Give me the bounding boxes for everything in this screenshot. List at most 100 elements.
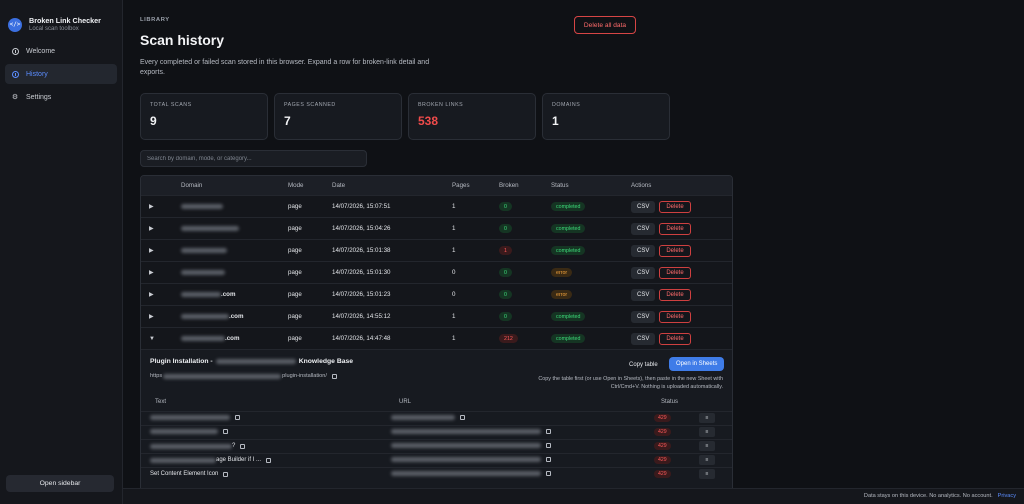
delete-scan-button[interactable]: Delete [659,200,691,213]
row-broken: 0 [499,306,512,327]
row-actions: CSV Delete [631,328,691,349]
link-url [391,471,551,476]
copy-icon[interactable] [546,471,551,476]
stat-value: 1 [552,114,559,128]
expand-toggle-icon[interactable]: ▶ [149,306,154,327]
broken-count-badge: 0 [499,312,512,321]
copy-icon[interactable] [331,373,337,379]
table-row[interactable]: ▼ .com page 14/07/2026, 14:47:48 1 212 c… [141,327,732,349]
privacy-link[interactable]: Privacy [998,493,1016,499]
delete-scan-button[interactable]: Delete [659,310,691,323]
open-sidebar-button[interactable]: Open sidebar [6,475,114,492]
link-status: 429 [654,428,671,436]
status-badge: completed [551,224,586,233]
delete-scan-button[interactable]: Delete [659,222,691,235]
csv-export-button[interactable]: CSV [631,222,656,235]
row-status: completed [551,218,586,239]
link-url [391,429,551,434]
row-actions: CSV Delete [631,240,691,261]
copy-icon[interactable] [460,415,465,420]
menu-icon[interactable]: ≡ [699,441,715,451]
col-status: Status [551,182,569,189]
row-mode: page [288,269,302,276]
table-row[interactable]: ▶ page 14/07/2026, 15:01:38 1 1 complete… [141,239,732,261]
delete-all-data-button[interactable]: Delete all data [574,16,636,34]
row-actions: CSV Delete [631,306,691,327]
copy-icon[interactable] [546,443,551,448]
status-badge: completed [551,334,586,343]
copy-icon[interactable] [240,443,246,449]
row-status: completed [551,240,586,261]
row-domain: .com [181,284,235,305]
menu-icon[interactable]: ≡ [699,413,715,423]
sidebar-item-settings[interactable]: ⚙ Settings [5,87,117,107]
row-pages: 0 [452,269,456,276]
csv-export-button[interactable]: CSV [631,288,656,301]
page-description: Every completed or failed scan stored in… [140,59,430,76]
sidebar-item-welcome[interactable]: Welcome [5,41,117,61]
row-actions: CSV Delete [631,218,691,239]
page-eyebrow: LIBRARY [140,17,170,23]
expand-toggle-icon[interactable]: ▶ [149,218,154,239]
copy-table-button[interactable]: Copy table [623,358,664,371]
links-table-header: Text URL Status [141,396,732,410]
expand-toggle-icon[interactable]: ▶ [149,262,154,283]
copy-icon[interactable] [546,457,551,462]
menu-icon[interactable]: ≡ [699,427,715,437]
copy-icon[interactable] [266,457,272,463]
csv-export-button[interactable]: CSV [631,332,656,345]
row-pages: 1 [452,335,456,342]
menu-icon[interactable]: ≡ [699,469,715,479]
table-row[interactable]: ▶ page 14/07/2026, 15:07:51 1 0 complete… [141,195,732,217]
delete-scan-button[interactable]: Delete [659,332,691,345]
redacted-text [181,248,227,253]
row-pages: 0 [452,291,456,298]
delete-scan-button[interactable]: Delete [659,244,691,257]
copy-icon[interactable] [223,429,228,434]
copy-icon[interactable] [546,429,551,434]
row-domain [181,196,223,217]
row-pages: 1 [452,203,456,210]
stats-row: TOTAL SCANS 9 PAGES SCANNED 7 BROKEN LIN… [140,93,670,140]
brand-subtitle: Local scan toolbox [29,26,79,32]
copy-icon[interactable] [223,471,229,477]
row-pages: 1 [452,225,456,232]
csv-export-button[interactable]: CSV [631,310,656,323]
table-row[interactable]: ▶ page 14/07/2026, 15:04:26 1 0 complete… [141,217,732,239]
open-in-sheets-button[interactable]: Open in Sheets [669,357,725,371]
status-code-badge: 429 [654,470,671,478]
sidebar-item-history[interactable]: History [5,64,117,84]
info-icon [11,47,19,55]
search-input[interactable] [140,150,367,167]
link-url [391,443,551,448]
expand-toggle-icon[interactable]: ▶ [149,240,154,261]
table-row[interactable]: ▶ page 14/07/2026, 15:01:30 0 0 error CS… [141,261,732,283]
expand-toggle-icon[interactable]: ▼ [149,328,155,349]
table-row[interactable]: ▶ .com page 14/07/2026, 15:01:23 0 0 err… [141,283,732,305]
detail-title-prefix: Plugin Installation - [150,358,213,365]
footer-text: Data stays on this device. No analytics.… [864,493,1016,499]
delete-scan-button[interactable]: Delete [659,288,691,301]
expand-toggle-icon[interactable]: ▶ [149,196,154,217]
page-title: Scan history [140,32,225,48]
stat-pages-scanned: PAGES SCANNED 7 [274,93,402,140]
csv-export-button[interactable]: CSV [631,266,656,279]
col-link-status: Status [661,399,679,405]
menu-icon[interactable]: ≡ [699,455,715,465]
table-row[interactable]: ▶ .com page 14/07/2026, 14:55:12 1 0 com… [141,305,732,327]
row-pages: 1 [452,313,456,320]
link-row: 429 ≡ [141,425,732,438]
row-status: error [551,262,573,283]
stat-broken-links: BROKEN LINKS 538 [408,93,536,140]
csv-export-button[interactable]: CSV [631,244,656,257]
detail-url: https plugin-installation/ [150,373,337,379]
csv-export-button[interactable]: CSV [631,200,656,213]
copy-icon[interactable] [235,415,240,420]
expand-toggle-icon[interactable]: ▶ [149,284,154,305]
table-header: Domain Mode Date Pages Broken Status Act… [141,176,732,195]
status-badge: error [551,268,573,277]
broken-count-badge: 0 [499,268,512,277]
row-domain: .com [181,306,243,327]
row-domain-suffix: .com [225,335,240,342]
delete-scan-button[interactable]: Delete [659,266,691,279]
